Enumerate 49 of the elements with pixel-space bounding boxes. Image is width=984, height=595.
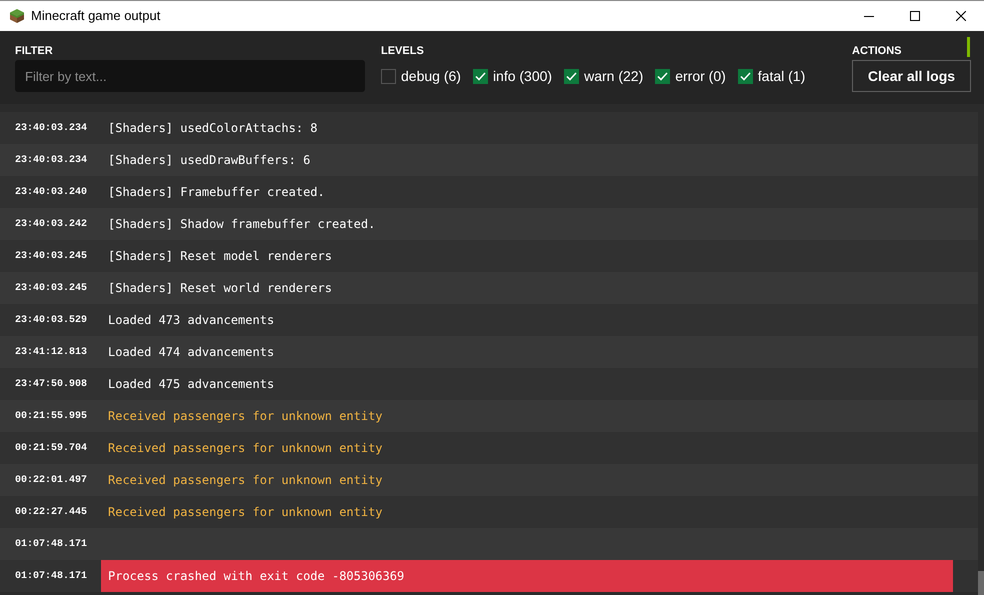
timestamp: 23:40:03.234 — [14, 122, 88, 136]
clear-logs-button[interactable]: Clear all logs — [852, 60, 971, 92]
timestamp: 01:07:48.171 — [14, 538, 88, 552]
log-message: Loaded 474 advancements — [107, 344, 274, 361]
maximize-icon — [910, 11, 920, 21]
log-message: Received passengers for unknown entity — [107, 440, 383, 457]
timestamp: 00:22:01.497 — [14, 474, 88, 488]
section-label: ACTIONS — [852, 44, 902, 59]
log-message: Loaded 475 advancements — [107, 376, 274, 393]
timestamp: 23:40:03.242 — [14, 218, 88, 232]
checkbox[interactable] — [655, 68, 670, 84]
timestamp: 23:40:03.245 — [14, 282, 88, 296]
close-icon — [956, 11, 966, 21]
timestamp: 00:21:59.704 — [14, 442, 88, 456]
window-title: Minecraft game output — [31, 7, 160, 26]
timestamp: 01:07:48.171 — [14, 570, 88, 584]
log-message: [Shaders] Framebuffer created. — [107, 184, 325, 201]
timestamp: 00:21:55.995 — [14, 410, 88, 424]
checkbox[interactable] — [381, 68, 396, 84]
timestamp: 00:22:27.445 — [14, 506, 88, 520]
checkbox[interactable] — [472, 68, 488, 84]
checkbox[interactable] — [738, 68, 753, 84]
log-message: Loaded 473 advancements — [107, 312, 274, 329]
status-indicator — [967, 37, 970, 57]
log-message: [Shaders] usedDrawBuffers: 6 — [107, 152, 310, 169]
error-banner: Process crashed with exit code -805306369 — [101, 560, 953, 592]
level-label[interactable]: warn (22) — [584, 66, 644, 86]
log-message: [Shaders] Shadow framebuffer created. — [107, 216, 376, 233]
section-label: LEVELS — [381, 44, 425, 59]
checkbox[interactable] — [564, 68, 580, 84]
timestamp: 23:40:03.529 — [14, 314, 88, 328]
filter-field[interactable]: Filter by text... — [15, 60, 365, 92]
level-label[interactable]: info (300) — [492, 66, 552, 86]
timestamp: 23:40:03.245 — [14, 250, 88, 264]
level-label[interactable]: error (0) — [675, 66, 726, 86]
level-label[interactable]: fatal (1) — [758, 66, 806, 86]
log-message: [Shaders] Reset world renderers — [107, 280, 332, 297]
timestamp: 23:41:12.813 — [14, 346, 88, 360]
log-message: Received passengers for unknown entity — [107, 472, 383, 489]
log-message: Received passengers for unknown entity — [107, 504, 383, 521]
timestamp: 23:40:03.234 — [14, 154, 88, 168]
level-label[interactable]: debug (6) — [401, 66, 461, 86]
grass-block-icon — [9, 8, 25, 24]
log-message: Received passengers for unknown entity — [107, 408, 383, 425]
log-message: [Shaders] Reset model renderers — [107, 248, 332, 265]
section-label: FILTER — [15, 44, 54, 59]
log-message: [Shaders] usedColorAttachs: 8 — [107, 120, 318, 137]
timestamp: 23:47:50.908 — [14, 378, 88, 392]
timestamp: 23:40:03.240 — [14, 186, 88, 200]
